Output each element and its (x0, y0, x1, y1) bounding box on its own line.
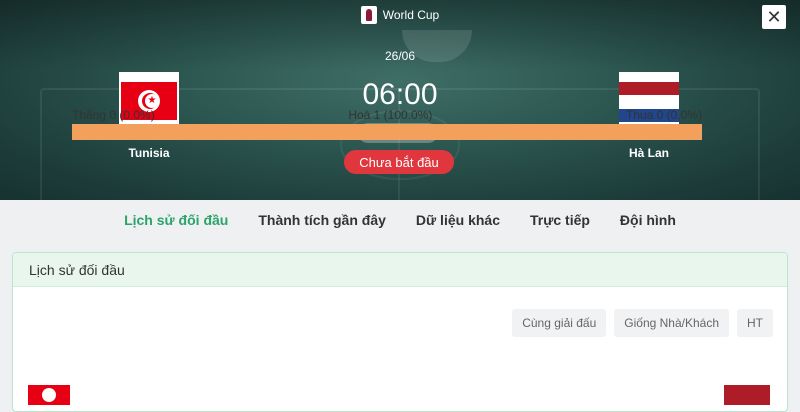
result-summary: Thắng 0 (0.0%) Hoà 1 (100.0%) Thua 0 (0.… (72, 108, 702, 122)
world-cup-trophy-icon (360, 6, 377, 24)
section-title: Lịch sử đối đầu (13, 253, 787, 287)
away-team-flag-frame (619, 72, 679, 132)
loss-label: Thua 0 (0.0%) (625, 108, 702, 122)
tab-other-data[interactable]: Dữ liệu khác (416, 212, 500, 228)
filter-half-time-button[interactable]: HT (737, 309, 773, 337)
draw-label: Hoà 1 (100.0%) (348, 108, 433, 122)
match-tabs: Lịch sử đối đầu Thành tích gần đây Dữ li… (0, 200, 800, 240)
netherlands-mini-flag (724, 385, 770, 405)
result-bar (72, 124, 702, 140)
close-button[interactable]: ✕ (762, 5, 786, 29)
win-label: Thắng 0 (0.0%) (72, 108, 155, 122)
match-header: World Cup ✕ 26/06 06:00 69:09:51 Chưa bắ… (0, 0, 800, 200)
tab-lineup[interactable]: Đội hình (620, 212, 676, 228)
competition-title: World Cup (0, 6, 800, 24)
filter-same-home-away-button[interactable]: Giống Nhà/Khách (614, 309, 729, 337)
head-to-head-section: Lịch sử đối đầu Cùng giải đấu Giống Nhà/… (12, 252, 788, 412)
tab-head-to-head[interactable]: Lịch sử đối đầu (124, 212, 228, 228)
match-status-badge: Chưa bắt đầu (344, 150, 454, 174)
tunisia-mini-flag (28, 385, 70, 405)
match-date: 26/06 (384, 49, 416, 63)
home-team-name: Tunisia (128, 146, 170, 160)
close-icon: ✕ (766, 7, 782, 27)
home-team-flag-frame: ★ (119, 72, 179, 132)
draw-bar-fill (72, 124, 702, 140)
filter-same-league-button[interactable]: Cùng giải đấu (512, 309, 607, 337)
competition-name: World Cup (382, 8, 440, 22)
tab-live[interactable]: Trực tiếp (530, 212, 590, 228)
tab-recent-form[interactable]: Thành tích gần đây (258, 212, 386, 228)
filter-group: Cùng giải đấu Giống Nhà/Khách HT (512, 309, 773, 337)
away-team-name: Hà Lan (628, 146, 669, 160)
